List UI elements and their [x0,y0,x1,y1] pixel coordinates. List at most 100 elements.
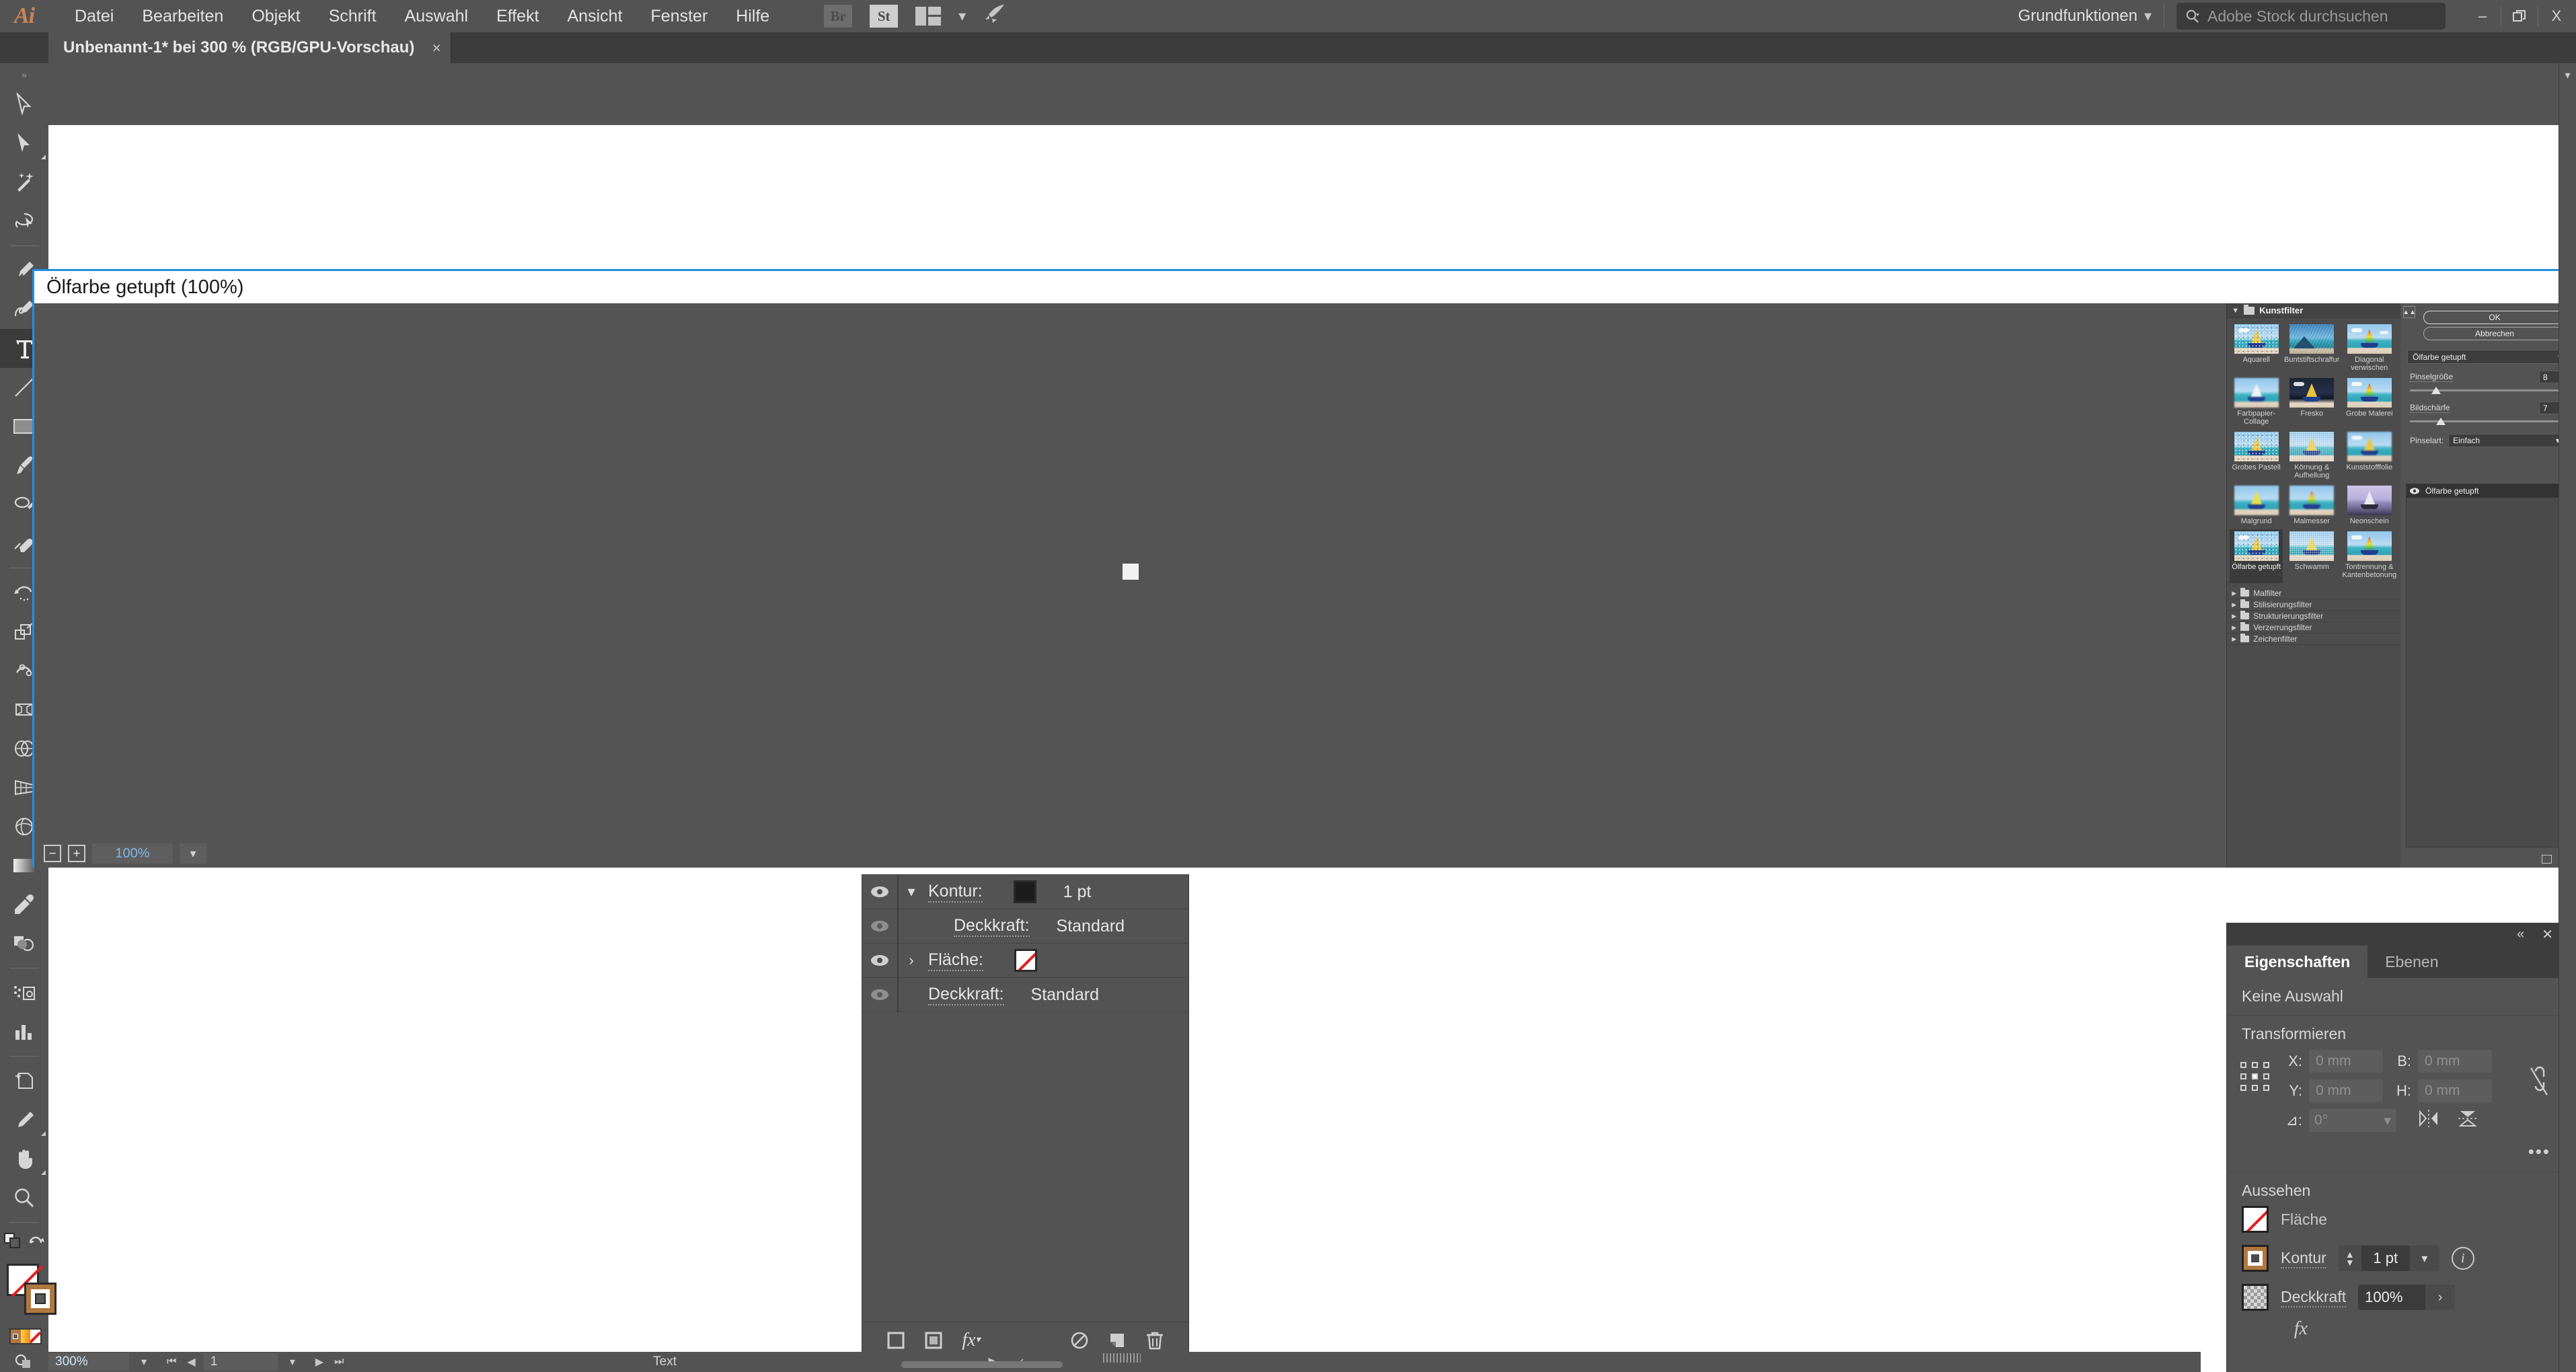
filter-preview-canvas[interactable] [34,303,2227,839]
last-artboard-icon[interactable]: ⏭ [334,1356,344,1368]
zoom-chevron-down-icon[interactable]: ▾ [129,1353,159,1371]
y-field[interactable]: 0 mm [2309,1079,2383,1102]
slider-track[interactable] [2410,387,2565,395]
arrange-documents-icon[interactable] [915,7,942,26]
symbol-sprayer-tool[interactable] [0,973,48,1012]
stepper-arrows-icon[interactable]: ▲ ▼ [2338,1246,2361,1271]
menu-auswahl[interactable]: Auswahl [390,0,482,32]
flip-horizontal-icon[interactable] [2418,1109,2439,1132]
triangle-down-icon[interactable]: ▼ [2232,307,2239,315]
menu-ansicht[interactable]: Ansicht [553,0,636,32]
stroke-color-swatch[interactable] [1013,880,1036,903]
selection-tool[interactable] [0,85,48,124]
close-icon[interactable]: ✕ [2542,926,2553,943]
opacity-value2[interactable]: Standard [1031,985,1099,1005]
eye-icon[interactable] [862,919,897,933]
close-icon[interactable]: × [432,39,441,57]
angle-field[interactable]: 0° ▾ [2309,1109,2396,1132]
eye-icon[interactable] [862,954,897,967]
width-field[interactable]: 0 mm [2418,1050,2492,1073]
first-artboard-icon[interactable]: ⏮ [167,1356,176,1368]
filter-thumb-buntstiftschraffur[interactable]: Buntstiftschraffur [2283,322,2341,376]
eyedropper-tool[interactable] [0,885,48,924]
artboard-tool[interactable] [0,1061,48,1100]
appearance-row-flaeche[interactable]: › Fläche: [862,943,1188,978]
slider-track[interactable] [2410,418,2565,426]
drawing-modes-icon[interactable] [0,1344,48,1372]
effect-layer-item[interactable]: Ölfarbe getupft [2407,484,2568,498]
eye-icon[interactable] [862,885,897,899]
close-button[interactable]: X [2538,0,2575,32]
menu-hilfe[interactable]: Hilfe [722,0,784,32]
tool-flyout-indicator[interactable] [41,155,46,159]
menu-fenster[interactable]: Fenster [636,0,722,32]
triangle-right-icon[interactable]: ▶ [2232,601,2236,609]
stroke-weight-stepper[interactable]: ▲ ▼ 1 pt ▾ [2338,1246,2439,1271]
fill-color-swatch[interactable] [1014,949,1037,972]
gradient-swatch-icon[interactable] [20,1330,31,1343]
minimize-button[interactable]: – [2464,0,2501,32]
artboard-number-field[interactable]: 1 [203,1353,278,1371]
opacity-label[interactable]: Deckkraft [2281,1288,2347,1307]
transform-more-options[interactable]: ••• [2227,1139,2568,1162]
preview-zoom-value[interactable]: 100% [92,843,173,864]
lasso-tool[interactable] [0,202,48,241]
tab-ebenen[interactable]: Ebenen [2367,946,2456,978]
opacity-field[interactable]: 100% › [2358,1285,2456,1310]
magic-wand-tool[interactable] [0,163,48,202]
filter-thumb-kunststofffolie[interactable]: Kunststofffolie [2341,430,2398,484]
filter-thumb-aquarell[interactable]: Aquarell [2230,322,2283,376]
expand-dock-icon[interactable]: ▾ [2559,63,2576,82]
cancel-button[interactable]: Abbrechen [2423,327,2566,340]
filter-thumb-tontrennung-kantenbetonung[interactable]: Tontrennung & Kantenbetonung [2341,529,2398,583]
none-swatch-icon[interactable] [30,1330,41,1343]
unlink-proportions-icon[interactable] [2528,1065,2554,1102]
tool-flyout-indicator[interactable] [41,1170,46,1175]
fx-icon[interactable]: fx-iconfx [2227,1317,2568,1340]
stroke-label[interactable]: Kontur [2281,1249,2326,1268]
eye-icon[interactable] [2409,487,2420,495]
new-effect-layer-icon[interactable] [2542,855,2552,864]
bridge-icon[interactable]: Br [824,5,853,28]
triangle-right-icon[interactable]: ▶ [2232,613,2236,620]
effect-select[interactable]: Ölfarbe getupft ▾ [2407,350,2567,364]
next-artboard-icon[interactable]: ▶ [315,1355,324,1369]
tools-panel-grip[interactable]: » [0,70,48,85]
appearance-label-kontur[interactable]: Kontur: [928,882,983,903]
column-graph-tool[interactable] [0,1012,48,1051]
triangle-right-icon[interactable]: ▶ [2232,590,2236,597]
filter-thumb-diagonal-verwischen[interactable]: Diagonal verwischen [2341,322,2398,376]
filter-thumb-malgrund[interactable]: Malgrund [2230,484,2283,529]
hand-tool[interactable] [0,1139,48,1178]
blend-tool[interactable] [0,924,48,963]
ok-button[interactable]: OK [2423,311,2566,324]
rocket-icon[interactable] [983,4,1006,28]
menu-bearbeiten[interactable]: Bearbeiten [128,0,237,32]
stroke-weight-value[interactable]: 1 pt [1063,882,1092,902]
category-strukturierungsfilter[interactable]: ▶ Strukturierungsfilter [2227,611,2401,622]
category-malfilter[interactable]: ▶ Malfilter [2227,588,2401,599]
filter-thumb-fresko[interactable]: Fresko [2283,376,2341,430]
filter-thumb-farbpapier-collage[interactable]: Farbpapier-Collage [2230,376,2283,430]
swap-fill-stroke-icon[interactable] [3,1232,22,1254]
stroke-swatch[interactable] [24,1283,56,1315]
tab-eigenschaften[interactable]: Eigenschaften [2227,946,2368,978]
filter-thumb-grobe-malerei[interactable]: Grobe Malerei [2341,376,2398,430]
restore-button[interactable] [2501,0,2538,32]
workspace-chevron-down-icon[interactable]: ▾ [2144,7,2152,25]
zoom-out-button[interactable]: − [44,845,61,862]
triangle-right-icon[interactable]: ▶ [2232,636,2236,643]
category-zeichenfilter[interactable]: ▶ Zeichenfilter [2227,634,2401,645]
pinselart-select[interactable]: Einfach ▾ [2448,434,2565,447]
chevron-down-icon[interactable]: ▾ [2384,1112,2391,1129]
category-header-kunstfilter[interactable]: ▼ Kunstfilter [2227,303,2401,318]
category-verzerrungsfilter[interactable]: ▶ Verzerrungsfilter [2227,622,2401,634]
stock-search-input[interactable]: Adobe Stock durchsuchen [2176,3,2446,30]
x-field[interactable]: 0 mm [2309,1050,2383,1073]
preview-zoom-chevron-down-icon[interactable]: ▾ [180,843,206,864]
artboard-chevron-down-icon[interactable]: ▾ [278,1353,307,1371]
appearance-row-kontur-deckkraft[interactable]: Deckkraft: Standard [862,909,1188,944]
filter-thumb-koernung-aufhellung[interactable]: Körnung & Aufhellung [2283,430,2341,484]
appearance-row-kontur[interactable]: ▾ Kontur: 1 pt [862,874,1188,909]
workspace-label[interactable]: Grundfunktionen [2006,7,2144,26]
